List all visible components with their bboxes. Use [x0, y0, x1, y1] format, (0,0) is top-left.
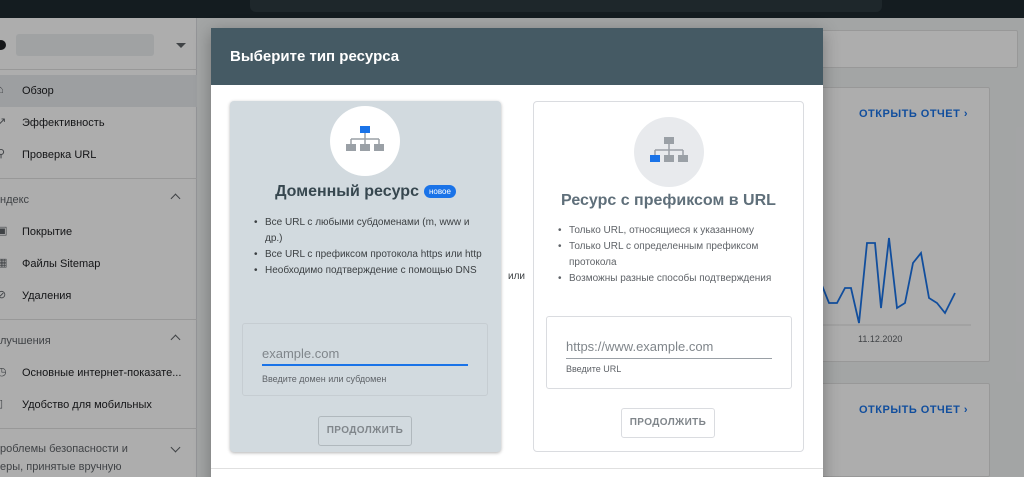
prefix-card-title: Ресурс с префиксом в URL: [561, 192, 776, 209]
prefix-continue-button[interactable]: ПРОДОЛЖИТЬ: [621, 408, 715, 438]
prefix-input-container: Введите URL: [546, 316, 792, 389]
prefix-sitemap-icon: [634, 117, 704, 187]
dialog-header: Выберите тип ресурса: [211, 28, 823, 85]
domain-continue-button[interactable]: ПРОДОЛЖИТЬ: [318, 416, 412, 446]
new-badge: новое: [423, 185, 456, 198]
domain-feature-list: Все URL с любыми субдоменами (m, www и д…: [254, 215, 482, 279]
resource-type-dialog: Выберите тип ресурса Доменный ресурс ново…: [211, 28, 823, 477]
list-item: Все URL с префиксом протокола https или …: [254, 247, 482, 263]
domain-input-container: Введите домен или субдомен: [242, 323, 488, 396]
domain-input-hint: Введите домен или субдомен: [262, 374, 387, 384]
domain-input[interactable]: [262, 342, 468, 366]
list-item: Необходимо подтверждение с помощью DNS: [254, 263, 482, 279]
list-item: Только URL, относящиеся к указанному: [558, 223, 786, 239]
list-item: Возможны разные способы подтверждения: [558, 271, 786, 287]
prefix-feature-list: Только URL, относящиеся к указанному Тол…: [558, 223, 786, 287]
url-prefix-property-card[interactable]: Ресурс с префиксом в URL Только URL, отн…: [533, 101, 804, 452]
dialog-title: Выберите тип ресурса: [230, 48, 400, 65]
list-item: Только URL с определенным префиксом прот…: [558, 239, 786, 271]
dialog-footer-divider: [211, 468, 823, 469]
list-item: Все URL с любыми субдоменами (m, www и д…: [254, 215, 482, 247]
domain-sitemap-icon: [330, 106, 400, 176]
domain-title-text: Доменный ресурс: [275, 183, 419, 200]
url-prefix-input[interactable]: [566, 335, 772, 359]
or-separator: или: [508, 271, 526, 282]
domain-property-card[interactable]: Доменный ресурс новое Все URL с любыми су…: [230, 101, 501, 452]
url-prefix-input-hint: Введите URL: [566, 364, 622, 374]
domain-card-title: Доменный ресурс новое: [230, 183, 501, 201]
